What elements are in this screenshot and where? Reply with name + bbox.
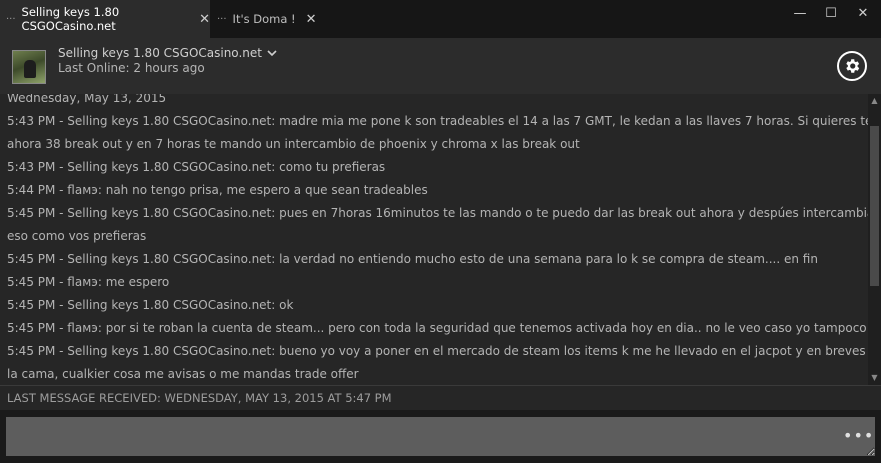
tab-label: Selling keys 1.80 CSGOCasino.net	[21, 5, 120, 33]
chat-message: 5:43 PM - Selling keys 1.80 CSGOCasino.n…	[7, 114, 868, 128]
chat-message: 5:44 PM - flaмэ: nah no tengo prisa, me …	[7, 183, 428, 197]
tab-menu-icon[interactable]: ···	[6, 14, 16, 25]
message-input-area: •••	[0, 410, 881, 463]
gear-icon[interactable]	[837, 51, 867, 81]
tab-menu-icon[interactable]: ···	[217, 14, 227, 25]
chat-message: 5:45 PM - Selling keys 1.80 CSGOCasino.n…	[7, 298, 294, 312]
tab-label: It's Doma !	[232, 12, 296, 26]
message-input[interactable]	[6, 417, 875, 456]
scroll-up-icon[interactable]: ▲	[868, 94, 881, 108]
chat-header: Selling keys 1.80 CSGOCasino.net Last On…	[0, 38, 881, 94]
chevron-down-icon[interactable]	[267, 47, 277, 60]
chat-message: 5:45 PM - Selling keys 1.80 CSGOCasino.n…	[7, 344, 868, 358]
chat-message: ahora 38 break out y en 7 horas te mando…	[7, 137, 580, 151]
tab-its-doma[interactable]: ··· It's Doma ! ✕	[217, 0, 317, 38]
tab-bar: ··· Selling keys 1.80 CSGOCasino.net ✕ ·…	[0, 0, 881, 38]
chat-message: 5:45 PM - Selling keys 1.80 CSGOCasino.n…	[7, 252, 818, 266]
avatar[interactable]	[12, 50, 46, 84]
more-options-icon[interactable]: •••	[843, 426, 874, 445]
chat-message: 5:43 PM - Selling keys 1.80 CSGOCasino.n…	[7, 160, 386, 174]
close-tab-icon[interactable]: ✕	[199, 12, 210, 27]
date-separator: Wednesday, May 13, 2015	[7, 94, 167, 105]
scroll-thumb[interactable]	[870, 126, 879, 286]
last-online-status: Last Online: 2 hours ago	[58, 61, 205, 75]
friend-name-dropdown[interactable]: Selling keys 1.80 CSGOCasino.net	[58, 46, 277, 60]
chat-message: 5:45 PM - Selling keys 1.80 CSGOCasino.n…	[7, 206, 868, 220]
tab-selling-keys[interactable]: ··· Selling keys 1.80 CSGOCasino.net ✕	[0, 0, 210, 38]
chat-message: 5:45 PM - flaмэ: por si te roban la cuen…	[7, 321, 867, 335]
close-window-button[interactable]: ✕	[853, 4, 873, 22]
chat-log: Wednesday, May 13, 2015 5:43 PM - Sellin…	[0, 94, 868, 385]
chat-message: 5:45 PM - flaмэ: me espero	[7, 275, 170, 289]
scroll-down-icon[interactable]: ▼	[868, 371, 881, 385]
close-tab-icon[interactable]: ✕	[306, 12, 317, 27]
maximize-button[interactable]: ☐	[821, 4, 841, 22]
last-message-received: LAST MESSAGE RECEIVED: WEDNESDAY, MAY 13…	[7, 391, 392, 405]
minimize-button[interactable]: —	[790, 4, 810, 22]
chat-message: eso como vos prefieras	[7, 229, 147, 243]
friend-name: Selling keys 1.80 CSGOCasino.net	[58, 46, 262, 60]
divider	[0, 385, 881, 386]
chat-message: la cama, cualkier cosa me avisas o me ma…	[7, 367, 359, 381]
chat-scrollbar[interactable]: ▲ ▼	[868, 94, 881, 385]
